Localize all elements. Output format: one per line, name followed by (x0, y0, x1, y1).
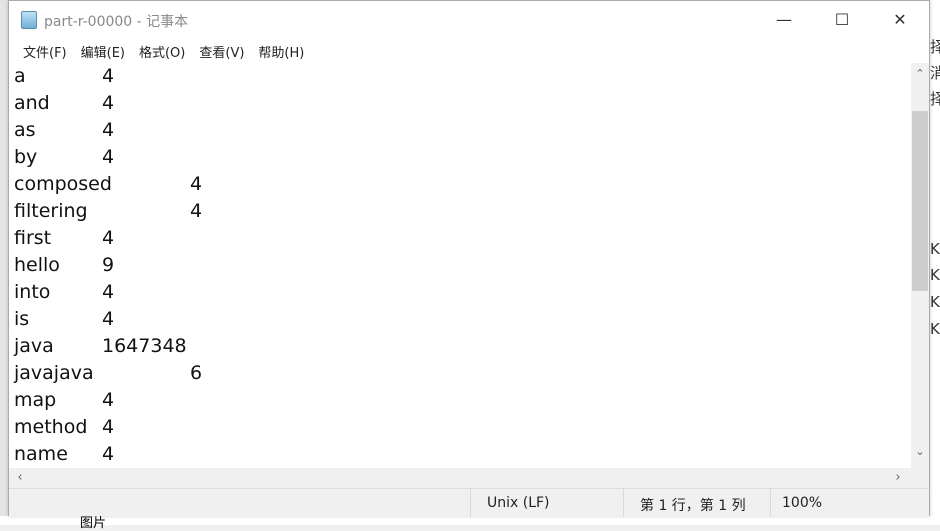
word: javajava (14, 362, 94, 384)
background-window-bottom: 图片 (0, 516, 940, 531)
word: hello (14, 254, 60, 276)
background-text: KE (930, 240, 940, 258)
text-editor[interactable]: a 4 and 4 as 4 by 4 composed 4 filtering 4 first 4 hel… (9, 63, 911, 468)
count: 4 (102, 146, 115, 168)
scroll-up-icon[interactable]: ⌃ (911, 67, 929, 80)
vertical-scrollbar[interactable]: ⌃ ⌄ (911, 63, 929, 468)
menu-bar: 文件(F) 编辑(E) 格式(O) 查看(V) 帮助(H) (9, 39, 929, 63)
menu-view[interactable]: 查看(V) (192, 39, 251, 63)
word: composed (14, 173, 112, 195)
count: 9 (102, 254, 115, 276)
maximize-button[interactable]: ☐ (813, 1, 871, 39)
background-window-right: 择消择 KE KE KE KE (930, 0, 940, 525)
background-text: KE (930, 320, 940, 338)
count: 1647348 (102, 335, 187, 357)
scroll-corner (911, 468, 929, 488)
count: 4 (102, 281, 115, 303)
window-title: part-r-00000 - 记事本 (44, 14, 189, 30)
scroll-down-icon[interactable]: ⌄ (911, 445, 929, 458)
word: and (14, 92, 50, 114)
word: method (14, 416, 88, 438)
background-text: 消 (930, 64, 940, 82)
scroll-right-icon[interactable]: › (889, 470, 907, 485)
line-ending-status: Unix (LF) (487, 495, 550, 511)
word: name (14, 443, 68, 465)
count: 4 (102, 227, 115, 249)
background-text: 择 (930, 38, 940, 56)
menu-edit[interactable]: 编辑(E) (74, 39, 132, 63)
scrollbar-thumb[interactable] (912, 111, 928, 291)
background-text: 择 (930, 90, 940, 108)
notepad-window: part-r-00000 - 记事本 — ☐ ✕ 文件(F) 编辑(E) 格式(… (8, 0, 930, 517)
title-bar[interactable]: part-r-00000 - 记事本 — ☐ ✕ (9, 1, 929, 39)
word: map (14, 389, 57, 411)
count: 6 (190, 362, 203, 384)
zoom-status: 100% (782, 495, 823, 511)
close-button[interactable]: ✕ (871, 1, 929, 39)
word: by (14, 146, 38, 168)
count: 4 (102, 119, 115, 141)
notepad-icon (21, 11, 37, 29)
minimize-button[interactable]: — (755, 1, 813, 39)
word: as (14, 119, 36, 141)
cursor-position-status: 第 1 行，第 1 列 (640, 498, 746, 514)
status-bar: Unix (LF) 第 1 行，第 1 列 100% (9, 488, 929, 517)
horizontal-scrollbar[interactable]: ‹ › (9, 468, 911, 488)
count: 4 (102, 92, 115, 114)
count: 4 (102, 443, 115, 465)
word: into (14, 281, 51, 303)
background-text: KE (930, 266, 940, 284)
menu-file[interactable]: 文件(F) (16, 39, 74, 63)
word: is (14, 308, 30, 330)
count: 4 (102, 389, 115, 411)
word: a (14, 65, 26, 87)
word: first (14, 227, 52, 249)
count: 4 (190, 173, 203, 195)
count: 4 (190, 200, 203, 222)
menu-format[interactable]: 格式(O) (132, 39, 192, 63)
count: 4 (102, 308, 115, 330)
background-text: KE (930, 293, 940, 311)
scroll-left-icon[interactable]: ‹ (11, 470, 29, 485)
word: java (14, 335, 54, 357)
menu-help[interactable]: 帮助(H) (251, 39, 311, 63)
word: filtering (14, 200, 88, 222)
background-window-left (0, 0, 8, 525)
count: 4 (102, 65, 115, 87)
count: 4 (102, 416, 115, 438)
